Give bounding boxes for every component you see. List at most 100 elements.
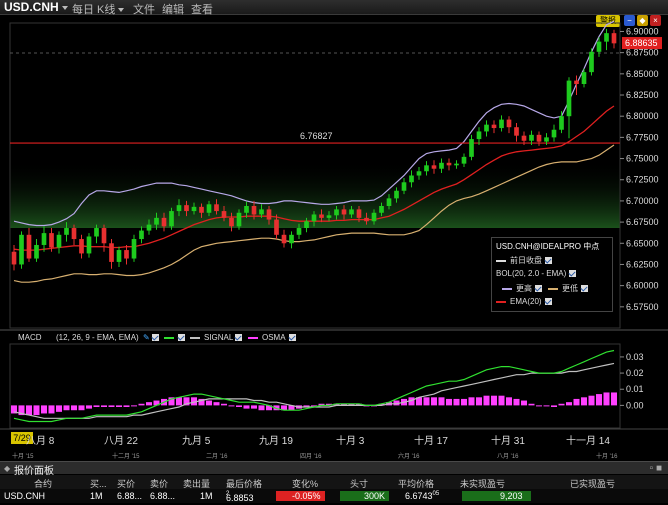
quote-table-header: 合约 买... 买价 卖价 卖出量 最后价格 变化% 头寸 平均价格 未实现盈亏…	[0, 475, 668, 489]
candle	[281, 229, 287, 248]
osma-bar	[78, 405, 85, 411]
y-tick-label: 6.80000	[626, 111, 659, 121]
line-swatch-icon	[496, 259, 506, 262]
candle	[289, 231, 294, 249]
osma-bar	[86, 405, 92, 409]
osma-label: OSMA	[262, 333, 286, 342]
osma-bar	[176, 397, 182, 406]
y-tick-label: 6.85000	[626, 69, 659, 79]
y-tick-label: 6.65000	[626, 238, 659, 248]
osma-bar	[521, 400, 527, 406]
cell-bid-size: 1M	[90, 491, 103, 501]
legend-close-label: 前日收盘	[510, 256, 542, 265]
osma-bar	[543, 405, 550, 407]
candle	[551, 124, 557, 142]
overview-tick-label: 十月 '16	[596, 454, 618, 460]
osma-bar	[431, 397, 437, 406]
x-tick-label: 十月 31	[491, 436, 525, 447]
window-controls-icon[interactable]: ▫ ■	[650, 463, 662, 474]
osma-bar	[453, 398, 460, 406]
y-tick-label: 6.75000	[626, 154, 659, 164]
line-swatch-icon	[502, 287, 512, 290]
candle	[476, 127, 482, 145]
symbol-selector[interactable]: USD.CNH	[4, 0, 68, 14]
x-tick-label: 八月 22	[104, 436, 138, 447]
signal-swatch	[190, 337, 200, 339]
osma-swatch	[248, 337, 258, 339]
osma-bar	[131, 405, 137, 407]
chart-legend: USD.CNH@IDEALPRO 中点 前日收盘 BOL(20, 2.0 - E…	[491, 237, 613, 312]
checkbox-icon[interactable]	[581, 285, 588, 293]
last-value: 6.8853	[226, 493, 254, 503]
candle	[604, 28, 609, 51]
osma-bar	[213, 402, 220, 406]
osma-bar	[243, 405, 250, 409]
table-row[interactable]: USD.CNH 1M 6.88... 6.88... 1M 6.8853 2 -0…	[0, 489, 668, 503]
osma-bar	[611, 392, 617, 406]
macd-label: MACD	[18, 333, 42, 342]
osma-bar	[71, 405, 77, 411]
candle	[79, 234, 84, 259]
checkbox-icon[interactable]	[535, 285, 542, 293]
y-tick-label: 6.62500	[626, 259, 659, 269]
osma-bar	[596, 394, 602, 406]
gear-icon[interactable]: ◆	[4, 464, 10, 473]
osma-bar	[438, 397, 445, 406]
x-tick-label: 十一月 14	[566, 436, 610, 447]
osma-bar	[63, 405, 70, 411]
cell-change: -0.05%	[276, 491, 325, 501]
signal-line	[13, 362, 615, 419]
candle	[86, 233, 92, 258]
osma-bar	[48, 405, 55, 414]
candle	[26, 228, 32, 262]
legend-bol-label: BOL(20, 2.0 - EMA)	[496, 269, 567, 278]
price-level-label: 6.76827	[300, 131, 333, 141]
candle	[34, 239, 39, 262]
candle	[116, 246, 122, 267]
x-tick-label: 十月 3	[336, 436, 365, 447]
candle	[589, 48, 594, 76]
candle	[506, 116, 512, 134]
x-tick-label: 九月 19	[259, 436, 293, 447]
osma-bar	[33, 405, 40, 416]
x-tick-label: 十月 17	[414, 436, 448, 447]
macd-y-tick-label: 0.01	[626, 384, 644, 394]
cell-position: 300K	[340, 491, 390, 501]
y-tick-label: 6.90000	[626, 26, 659, 36]
overview-tick-label: 十二月 '15	[112, 454, 140, 460]
osma-bar	[573, 398, 580, 406]
last-price-label: 6.88635	[625, 38, 658, 48]
osma-bar	[221, 403, 227, 406]
osma-bar	[536, 405, 542, 407]
legend-row-bol: BOL(20, 2.0 - EMA)	[496, 269, 577, 278]
osma-bar	[108, 405, 115, 407]
y-tick-label: 6.72500	[626, 175, 659, 185]
line-swatch-icon	[548, 287, 558, 290]
cell-ask: 6.88...	[150, 491, 176, 501]
candle	[131, 234, 137, 262]
unrealized-value: 9,203	[500, 491, 523, 501]
macd-y-tick-label: 0.03	[626, 352, 644, 362]
osma-bar	[26, 405, 32, 416]
osma-bar	[93, 405, 100, 407]
osma-bar	[236, 405, 242, 407]
checkbox-icon[interactable]	[544, 298, 552, 306]
candle	[536, 131, 542, 146]
checkbox-icon[interactable]	[569, 270, 577, 278]
cell-last: 6.8853 2	[226, 491, 254, 503]
osma-bar	[206, 400, 212, 406]
y-tick-label: 6.57500	[626, 302, 659, 312]
x-tick-label: 九月 5	[182, 436, 211, 447]
y-tick-label: 6.82500	[626, 90, 659, 100]
legend-lower-label: 更低	[562, 284, 578, 293]
checkbox-icon[interactable]	[545, 257, 552, 265]
avg-value: 6.6743	[405, 491, 433, 501]
legend-row-ema: EMA(20)	[496, 297, 552, 306]
osma-bar	[506, 397, 512, 406]
osma-bar	[513, 398, 520, 406]
change-value: -0.05%	[292, 491, 321, 501]
overview-tick-label: 六月 '16	[398, 454, 420, 460]
osma-bar	[446, 398, 452, 406]
wrench-icon[interactable]: ✎	[143, 333, 150, 342]
candle	[491, 120, 497, 134]
